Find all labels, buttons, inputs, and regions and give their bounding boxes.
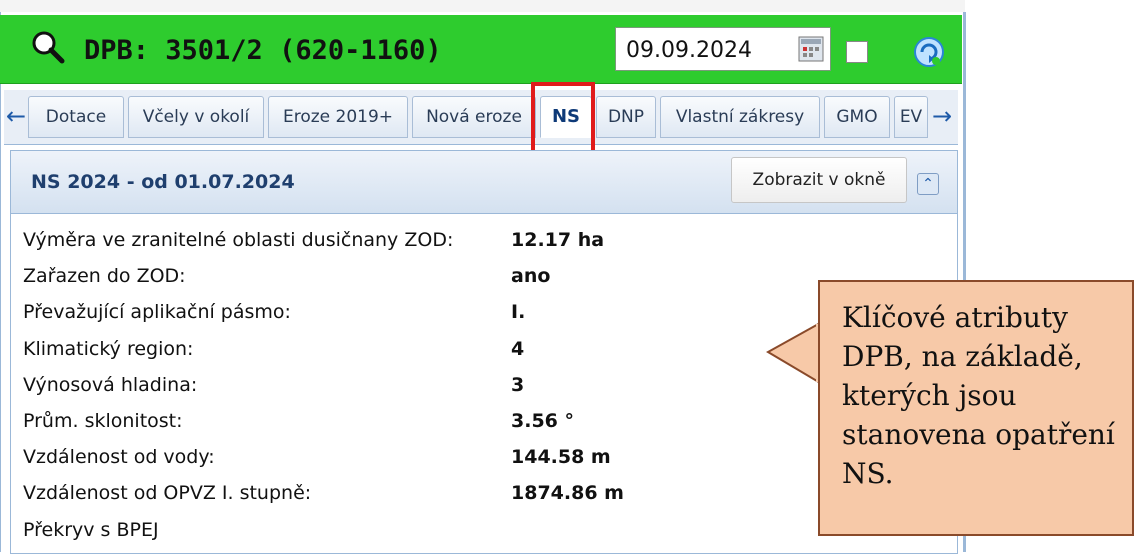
attribute-label: Vzdálenost od vody: (23, 446, 215, 469)
attribute-value: 4 (511, 337, 525, 360)
highlight-box (531, 82, 595, 156)
callout-text: Klíčové atributy DPB, na základě, kterýc… (842, 301, 1115, 490)
tab-nova-eroze[interactable]: Nová eroze (412, 96, 536, 138)
calendar-icon[interactable] (798, 36, 824, 62)
collapse-up-icon[interactable]: ⌃ (917, 173, 939, 195)
attribute-value: 1874.86 m (511, 482, 624, 505)
section-title: NS 2024 - od 01.07.2024 (31, 171, 295, 193)
attribute-value: ano (511, 265, 551, 288)
refresh-icon[interactable] (912, 35, 946, 69)
section-header: NS 2024 - od 01.07.2024 Zobrazit v okně … (11, 151, 957, 214)
attribute-label: Prům. sklonitost: (23, 409, 183, 432)
attribute-label: Výměra ve zranitelné oblasti dusičnany Z… (23, 229, 454, 251)
attribute-value: 3 (511, 373, 525, 396)
arrow-right-icon[interactable]: → (932, 102, 952, 130)
search-icon[interactable] (30, 29, 66, 65)
title-bar: DPB: 3501/2 (620-1160) (0, 15, 962, 84)
tab-vlastni-zakresy[interactable]: Vlastní zákresy (660, 96, 820, 138)
callout-box: Klíčové atributy DPB, na základě, kterýc… (818, 280, 1134, 536)
date-input[interactable] (624, 34, 788, 66)
date-field[interactable] (615, 27, 831, 71)
attribute-label: Převažující aplikační pásmo: (23, 301, 291, 324)
attribute-label[interactable]: Překryv s BPEJ (23, 519, 159, 541)
tab-vcely[interactable]: Včely v okolí (128, 96, 264, 138)
tab-dnp[interactable]: DNP (596, 96, 656, 138)
attribute-label: Zařazen do ZOD: (23, 265, 186, 288)
attribute-label: Klimatický region: (23, 337, 194, 360)
callout-pointer (766, 322, 822, 386)
attribute-label: Vzdálenost od OPVZ I. stupně: (23, 482, 312, 505)
show-window-button[interactable]: Zobrazit v okně (731, 157, 907, 203)
tab-eroze[interactable]: Eroze 2019+ (268, 96, 408, 138)
attribute-value: 12.17 ha (511, 229, 605, 251)
attribute-value: 3.56 ° (511, 409, 574, 432)
tab-strip: ← Dotace Včely v okolí Eroze 2019+ Nová … (4, 90, 958, 145)
page-title: DPB: 3501/2 (620-1160) (84, 35, 442, 66)
tab-dotace[interactable]: Dotace (28, 96, 124, 138)
date-checkbox[interactable] (846, 41, 868, 63)
tab-ev[interactable]: EV (894, 96, 928, 138)
attribute-label: Výnosová hladina: (23, 373, 198, 396)
arrow-left-icon[interactable]: ← (6, 102, 26, 130)
attribute-value: 144.58 m (511, 446, 611, 469)
tab-gmo[interactable]: GMO (824, 96, 890, 138)
attribute-value: I. (511, 301, 526, 324)
